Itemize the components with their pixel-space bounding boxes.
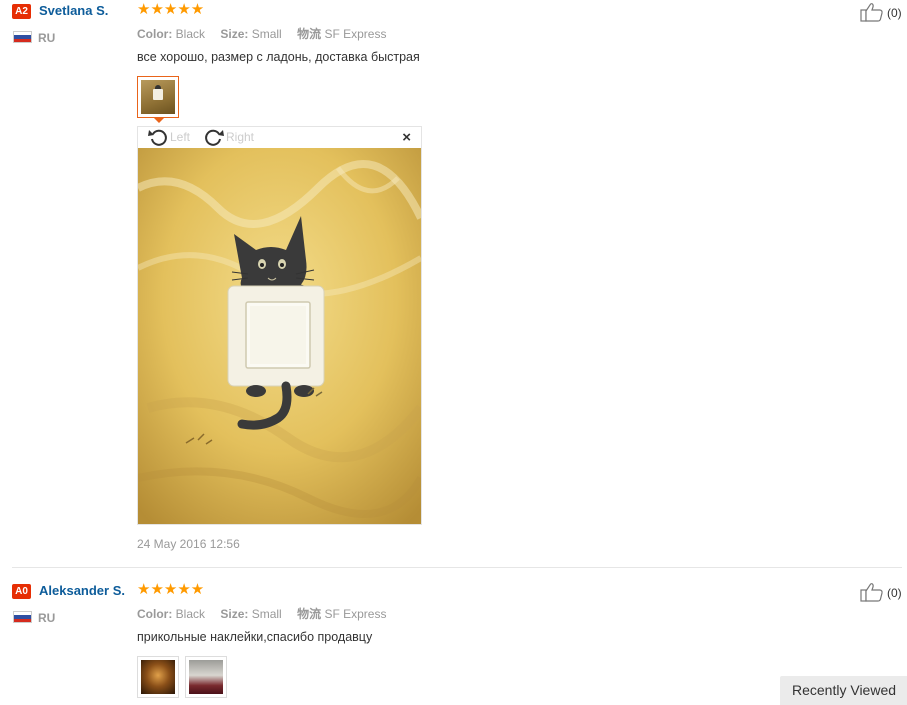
- reviewer-country: RU: [38, 31, 56, 45]
- review-date: 24 May 2016 12:56: [137, 537, 240, 551]
- rotate-right-button[interactable]: Right: [204, 128, 264, 146]
- review-photo-thumbnail[interactable]: [185, 656, 227, 698]
- russia-flag-icon: [13, 31, 32, 43]
- helpful-button[interactable]: (0): [860, 582, 904, 604]
- size-value: Small: [251, 607, 282, 621]
- review-photo-thumbnail[interactable]: [137, 656, 179, 698]
- color-value: Black: [175, 27, 206, 41]
- review-text: прикольные наклейки,спасибо продавцу: [137, 630, 373, 644]
- star-rating: ★★★★★: [137, 581, 205, 598]
- size-value: Small: [251, 27, 282, 41]
- photo-viewer: Left Right ×: [137, 126, 422, 525]
- helpful-button[interactable]: (0): [860, 2, 904, 24]
- order-attributes: Color: Black Size: Small 物流 SF Express: [137, 605, 386, 622]
- thumbs-up-icon: [860, 3, 883, 22]
- close-viewer-button[interactable]: ×: [402, 129, 411, 146]
- review-item: A2 Svetlana S. RU ★★★★★ Color: Black Siz…: [0, 0, 907, 567]
- order-attributes: Color: Black Size: Small 物流 SF Express: [137, 25, 386, 42]
- thumbs-up-icon: [860, 583, 883, 602]
- review-divider: [12, 567, 902, 568]
- rotate-left-icon: [148, 129, 167, 146]
- shipping-label: 物流: [297, 27, 322, 41]
- review-item: A0 Aleksander S. RU ★★★★★ Color: Black S…: [0, 578, 907, 705]
- buyer-level-badge: A0: [12, 584, 31, 599]
- shipping-label: 物流: [297, 607, 322, 621]
- rotate-right-label: Right: [226, 130, 255, 144]
- color-value: Black: [175, 607, 206, 621]
- shipping-value: SF Express: [324, 607, 387, 621]
- shipping-value: SF Express: [324, 27, 387, 41]
- color-label: Color:: [137, 607, 173, 621]
- thumbnail-pointer-icon: [153, 117, 165, 123]
- size-label: Size:: [220, 27, 249, 41]
- review-photo: [138, 148, 421, 524]
- rotate-right-icon: [205, 129, 224, 146]
- star-rating: ★★★★★: [137, 1, 205, 18]
- russia-flag-icon: [13, 611, 32, 623]
- size-label: Size:: [220, 607, 249, 621]
- review-text: все хорошо, размер с ладонь, доставка бы…: [137, 50, 420, 64]
- color-label: Color:: [137, 27, 173, 41]
- helpful-count: (0): [887, 586, 902, 600]
- photo-viewer-toolbar: Left Right ×: [138, 127, 421, 148]
- reviewer-name[interactable]: Svetlana S.: [39, 3, 108, 18]
- reviewer-country: RU: [38, 611, 56, 625]
- rotate-left-label: Left: [170, 130, 191, 144]
- buyer-level-badge: A2: [12, 4, 31, 19]
- reviewer-name[interactable]: Aleksander S.: [39, 583, 125, 598]
- rotate-left-button[interactable]: Left: [148, 128, 198, 146]
- recently-viewed-tab[interactable]: Recently Viewed: [780, 676, 907, 705]
- helpful-count: (0): [887, 6, 902, 20]
- review-photo-thumbnail[interactable]: [137, 76, 179, 118]
